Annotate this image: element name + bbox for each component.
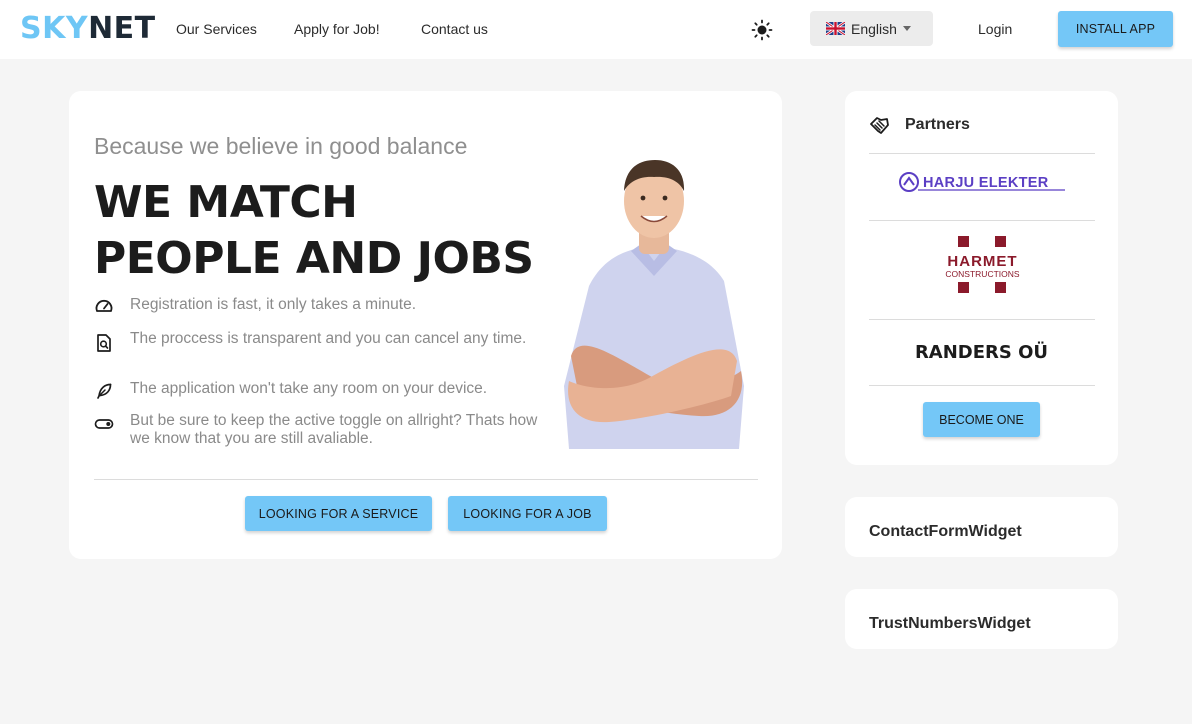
nav-our-services[interactable]: Our Services (176, 20, 257, 38)
smiling-man-illustration (564, 160, 744, 449)
harju-logo-text: HARJU ELEKTER (923, 175, 1049, 191)
nav-contact-us[interactable]: Contact us (421, 20, 488, 38)
nav-apply-for-job[interactable]: Apply for Job! (294, 20, 380, 38)
speedometer-icon (95, 299, 113, 312)
hero-subtitle: Because we believe in good balance (94, 133, 468, 159)
partners-card: Partners HARJU ELEKTER HARMET CONSTRUCTI… (845, 91, 1118, 465)
harju-elekter-logo[interactable]: HARJU ELEKTER (897, 171, 1067, 193)
top-navbar: SKYNET Our Services Apply for Job! Conta… (0, 0, 1192, 59)
feature-text: The proccess is transparent and you can … (130, 330, 527, 347)
hero-headline: WE MATCH PEOPLE AND JOBS (94, 175, 534, 287)
contact-form-widget: ContactFormWidget (845, 497, 1118, 557)
partners-divider (869, 153, 1095, 154)
uk-flag-icon (826, 22, 845, 35)
language-label: English (851, 20, 897, 37)
partners-divider (869, 220, 1095, 221)
feature-item: The application won't take any room on y… (94, 380, 540, 401)
feature-item: But be sure to keep the active toggle on… (94, 412, 540, 448)
feature-item: The proccess is transparent and you can … (94, 330, 540, 353)
trust-numbers-widget: TrustNumbersWidget (845, 589, 1118, 649)
login-link[interactable]: Login (978, 20, 1012, 38)
harmet-logo-text: HARMET (947, 253, 1017, 270)
handshake-icon (870, 117, 889, 134)
logo-net: NET (88, 11, 156, 46)
language-selector[interactable]: English (810, 11, 933, 46)
harmet-logo-subtext: CONSTRUCTIONS (945, 269, 1019, 279)
widget-title: TrustNumbersWidget (869, 615, 1031, 632)
logo-sky: SKY (20, 11, 89, 46)
caret-down-icon (902, 26, 911, 31)
install-app-button[interactable]: INSTALL APP (1058, 11, 1173, 47)
toggle-icon (94, 419, 114, 429)
feature-item: Registration is fast, it only takes a mi… (94, 296, 540, 317)
headline-line-2: PEOPLE AND JOBS (94, 233, 534, 284)
feather-icon (97, 383, 112, 399)
partners-divider (869, 385, 1095, 386)
feature-text: The application won't take any room on y… (130, 380, 488, 397)
harmet-constructions-logo[interactable]: HARMET CONSTRUCTIONS (940, 236, 1025, 296)
partners-divider (869, 319, 1095, 320)
hero-divider (94, 479, 758, 480)
randers-logo[interactable]: RANDERS OÜ (845, 342, 1118, 363)
document-search-icon (97, 334, 111, 352)
sun-icon[interactable] (751, 19, 773, 41)
feature-text: But be sure to keep the active toggle on… (130, 412, 538, 447)
looking-for-job-button[interactable]: LOOKING FOR A JOB (448, 496, 607, 531)
feature-text: Registration is fast, it only takes a mi… (130, 296, 417, 313)
widget-title: ContactFormWidget (869, 523, 1022, 540)
hero-card: Because we believe in good balance WE MA… (69, 91, 782, 559)
looking-for-service-button[interactable]: LOOKING FOR A SERVICE (245, 496, 432, 531)
become-partner-button[interactable]: BECOME ONE (923, 402, 1040, 437)
headline-line-1: WE MATCH (94, 177, 358, 228)
partners-title: Partners (905, 116, 970, 133)
skynet-logo[interactable]: SKYNET (20, 13, 156, 45)
